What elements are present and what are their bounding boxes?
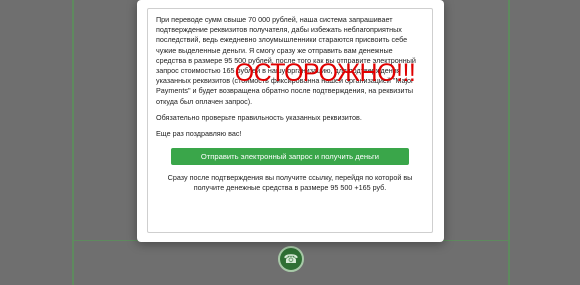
modal-paragraph-congrats: Еще раз поздравляю вас! <box>156 129 242 139</box>
warning-overlay-text: ОСТОРОЖНО!!! <box>234 59 416 87</box>
send-request-button[interactable]: Отправить электронный запрос и получить … <box>171 148 409 166</box>
modal-paragraph-check: Обязательно проверьте правильность указа… <box>156 112 362 122</box>
phone-icon: ☎ <box>278 246 304 272</box>
payment-modal: При переводе сумм свыше 70 000 рублей, н… <box>137 0 444 242</box>
modal-after-text: Сразу после подтверждения вы получите сс… <box>167 173 413 193</box>
modal-content: При переводе сумм свыше 70 000 рублей, н… <box>147 8 433 233</box>
